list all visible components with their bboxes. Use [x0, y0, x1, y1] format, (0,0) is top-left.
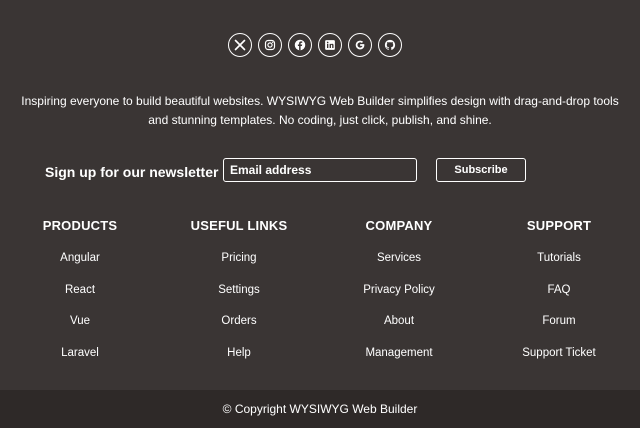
site-footer: Inspiring everyone to build beautiful we…: [0, 0, 640, 390]
social-links: [228, 33, 402, 57]
footer-link-laravel[interactable]: Laravel: [10, 346, 150, 378]
footer-link-support-ticket[interactable]: Support Ticket: [489, 346, 629, 378]
footer-column-company: COMPANY Services Privacy Policy About Ma…: [329, 218, 469, 378]
footer-column-products: PRODUCTS Angular React Vue Laravel: [10, 218, 150, 378]
footer-link-management[interactable]: Management: [329, 346, 469, 378]
footer-link-forum[interactable]: Forum: [489, 314, 629, 346]
column-title: COMPANY: [365, 218, 433, 233]
column-title: PRODUCTS: [42, 218, 118, 233]
footer-link-pricing[interactable]: Pricing: [169, 251, 309, 283]
footer-link-vue[interactable]: Vue: [10, 314, 150, 346]
copyright-bar: © Copyright WYSIWYG Web Builder: [0, 390, 640, 428]
column-title: SUPPORT: [526, 218, 592, 233]
footer-link-angular[interactable]: Angular: [10, 251, 150, 283]
footer-link-services[interactable]: Services: [329, 251, 469, 283]
facebook-icon[interactable]: [288, 33, 312, 57]
github-icon[interactable]: [378, 33, 402, 57]
x-icon[interactable]: [228, 33, 252, 57]
copyright-text: © Copyright WYSIWYG Web Builder: [222, 402, 418, 416]
footer-link-about[interactable]: About: [329, 314, 469, 346]
linkedin-icon[interactable]: [318, 33, 342, 57]
footer-link-faq[interactable]: FAQ: [489, 283, 629, 315]
footer-link-tutorials[interactable]: Tutorials: [489, 251, 629, 283]
column-title: USEFUL LINKS: [190, 218, 288, 233]
newsletter-label: Sign up for our newsletter: [45, 164, 219, 180]
footer-link-react[interactable]: React: [10, 283, 150, 315]
footer-column-support: SUPPORT Tutorials FAQ Forum Support Tick…: [489, 218, 629, 378]
tagline: Inspiring everyone to build beautiful we…: [21, 94, 619, 127]
footer-link-privacy-policy[interactable]: Privacy Policy: [329, 283, 469, 315]
instagram-icon[interactable]: [258, 33, 282, 57]
footer-link-help[interactable]: Help: [169, 346, 309, 378]
footer-column-useful-links: USEFUL LINKS Pricing Settings Orders Hel…: [169, 218, 309, 378]
subscribe-button[interactable]: Subscribe: [436, 158, 526, 182]
footer-link-settings[interactable]: Settings: [169, 283, 309, 315]
email-field[interactable]: [223, 158, 417, 182]
google-icon[interactable]: [348, 33, 372, 57]
footer-link-orders[interactable]: Orders: [169, 314, 309, 346]
